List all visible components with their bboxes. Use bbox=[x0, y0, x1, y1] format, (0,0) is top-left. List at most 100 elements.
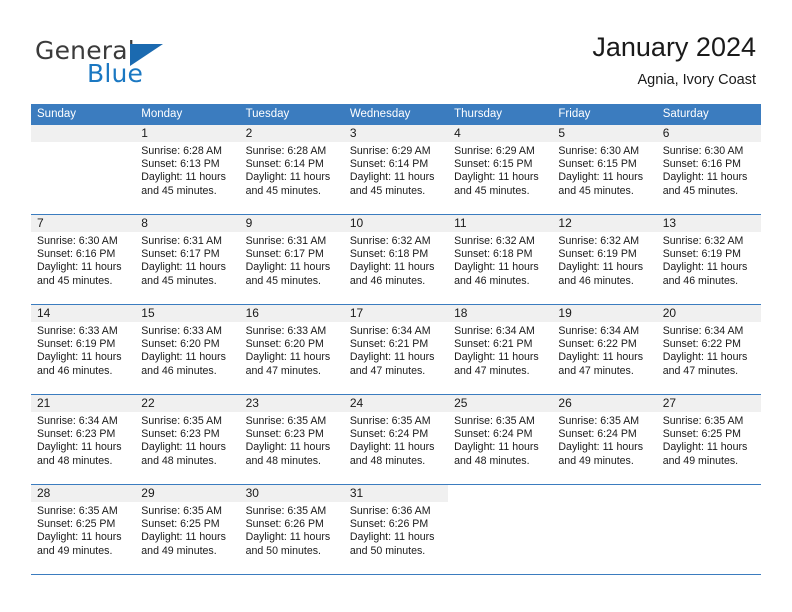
daylight-text-line2: and 49 minutes. bbox=[558, 454, 634, 467]
calendar-day-cell[interactable]: 31 Sunrise: 6:36 AM Sunset: 6:26 PM Dayligh… bbox=[343, 484, 449, 575]
sunrise-text: Sunrise: 6:33 AM bbox=[37, 325, 118, 337]
day-details: Sunrise: 6:35 AM Sunset: 6:24 PM Daylight:… bbox=[448, 412, 552, 468]
sunrise-text: Sunrise: 6:35 AM bbox=[349, 415, 431, 427]
calendar-day-cell[interactable]: 7 Sunrise: 6:30 AM Sunset: 6:16 PM Daylight… bbox=[31, 214, 136, 305]
day-details: Sunrise: 6:35 AM Sunset: 6:25 PM Daylight:… bbox=[135, 502, 239, 558]
calendar-day-cell[interactable]: 14 Sunrise: 6:33 AM Sunset: 6:19 PM Dayligh… bbox=[31, 304, 136, 395]
sunrise-text: Sunrise: 6:35 AM bbox=[245, 415, 327, 427]
calendar-day-cell[interactable]: 18 Sunrise: 6:34 AM Sunset: 6:21 PM Dayligh… bbox=[448, 304, 553, 395]
calendar-day-cell[interactable]: 2 Sunrise: 6:28 AM Sunset: 6:14 PM Daylight… bbox=[239, 125, 344, 215]
day-number bbox=[656, 485, 761, 502]
calendar-day-cell[interactable]: 24 Sunrise: 6:35 AM Sunset: 6:24 PM Dayligh… bbox=[343, 394, 449, 485]
calendar-day-cell[interactable]: 25 Sunrise: 6:35 AM Sunset: 6:24 PM Dayligh… bbox=[448, 394, 553, 485]
daylight-text-line2: and 46 minutes. bbox=[662, 274, 739, 287]
calendar-day-cell[interactable]: 11 Sunrise: 6:32 AM Sunset: 6:18 PM Dayligh… bbox=[448, 214, 553, 305]
daylight-text-line1: Daylight: 11 hours bbox=[662, 261, 748, 274]
day-details: Sunrise: 6:33 AM Sunset: 6:20 PM Daylight:… bbox=[240, 322, 344, 378]
daylight-text-line1: Daylight: 11 hours bbox=[558, 171, 644, 184]
calendar-day-cell[interactable]: 26 Sunrise: 6:35 AM Sunset: 6:24 PM Dayligh… bbox=[552, 394, 657, 485]
calendar-week-row: 28 Sunrise: 6:35 AM Sunset: 6:25 PM Dayligh… bbox=[31, 484, 761, 575]
daylight-text-line1: Daylight: 11 hours bbox=[245, 261, 331, 274]
sunset-text: Sunset: 6:25 PM bbox=[662, 428, 742, 441]
day-number: 30 bbox=[239, 485, 344, 502]
calendar-day-cell[interactable]: 6 Sunrise: 6:30 AM Sunset: 6:16 PM Daylight… bbox=[656, 125, 761, 215]
daylight-text-line1: Daylight: 11 hours bbox=[454, 171, 539, 184]
daylight-text-line2: and 47 minutes. bbox=[454, 364, 530, 377]
daylight-text-line2: and 49 minutes. bbox=[662, 454, 739, 467]
calendar-day-cell[interactable]: 9 Sunrise: 6:31 AM Sunset: 6:17 PM Daylight… bbox=[239, 214, 344, 305]
daylight-text-line1: Daylight: 11 hours bbox=[454, 261, 539, 274]
day-number: 10 bbox=[343, 215, 449, 232]
sunrise-text: Sunrise: 6:29 AM bbox=[454, 145, 535, 157]
calendar-day-cell[interactable]: 12 Sunrise: 6:32 AM Sunset: 6:19 PM Dayligh… bbox=[552, 214, 657, 305]
sunrise-text: Sunrise: 6:32 AM bbox=[558, 235, 640, 247]
day-number: 14 bbox=[31, 305, 136, 322]
day-number: 17 bbox=[343, 305, 449, 322]
calendar-day-cell[interactable]: 28 Sunrise: 6:35 AM Sunset: 6:25 PM Dayligh… bbox=[31, 484, 136, 575]
daylight-text-line1: Daylight: 11 hours bbox=[558, 441, 644, 454]
sunset-text: Sunset: 6:23 PM bbox=[37, 428, 116, 441]
sunrise-text: Sunrise: 6:34 AM bbox=[349, 325, 431, 337]
calendar-day-cell[interactable]: 29 Sunrise: 6:35 AM Sunset: 6:25 PM Dayligh… bbox=[135, 484, 240, 575]
sunrise-text: Sunrise: 6:30 AM bbox=[662, 145, 744, 157]
calendar-day-cell[interactable]: 1 Sunrise: 6:28 AM Sunset: 6:13 PM Daylight… bbox=[135, 125, 240, 215]
day-details: Sunrise: 6:34 AM Sunset: 6:21 PM Daylight:… bbox=[448, 322, 552, 378]
daylight-text-line1: Daylight: 11 hours bbox=[349, 171, 435, 184]
sunrise-text: Sunrise: 6:33 AM bbox=[245, 325, 327, 337]
day-number: 31 bbox=[343, 485, 449, 502]
page-header: General Blue January 2024 Agnia, Ivory C… bbox=[0, 0, 792, 100]
calendar-day-cell[interactable]: 20 Sunrise: 6:34 AM Sunset: 6:22 PM Dayligh… bbox=[656, 304, 761, 395]
sunset-text: Sunset: 6:14 PM bbox=[349, 158, 429, 171]
calendar-day-cell[interactable]: 21 Sunrise: 6:34 AM Sunset: 6:23 PM Dayligh… bbox=[31, 394, 136, 485]
sunset-text: Sunset: 6:20 PM bbox=[141, 338, 220, 351]
day-details: Sunrise: 6:30 AM Sunset: 6:16 PM Daylight:… bbox=[657, 142, 761, 198]
daylight-text-line2: and 48 minutes. bbox=[245, 454, 321, 467]
day-details: Sunrise: 6:34 AM Sunset: 6:21 PM Daylight:… bbox=[344, 322, 448, 378]
sunset-text: Sunset: 6:21 PM bbox=[454, 338, 533, 351]
daylight-text-line2: and 46 minutes. bbox=[37, 364, 113, 377]
day-number: 26 bbox=[552, 395, 657, 412]
calendar-day-cell[interactable]: 17 Sunrise: 6:34 AM Sunset: 6:21 PM Dayligh… bbox=[343, 304, 449, 395]
day-details: Sunrise: 6:34 AM Sunset: 6:23 PM Daylight:… bbox=[31, 412, 135, 468]
general-blue-logo[interactable]: General Blue bbox=[35, 36, 265, 92]
daylight-text-line2: and 49 minutes. bbox=[141, 544, 217, 557]
calendar-cell-empty bbox=[448, 484, 553, 575]
daylight-text-line2: and 45 minutes. bbox=[454, 184, 530, 197]
sunrise-text: Sunrise: 6:31 AM bbox=[245, 235, 327, 247]
sunset-text: Sunset: 6:16 PM bbox=[37, 248, 116, 261]
sunrise-text: Sunrise: 6:34 AM bbox=[454, 325, 535, 337]
calendar-day-cell[interactable]: 8 Sunrise: 6:31 AM Sunset: 6:17 PM Daylight… bbox=[135, 214, 240, 305]
daylight-text-line1: Daylight: 11 hours bbox=[37, 441, 122, 454]
day-number: 28 bbox=[31, 485, 136, 502]
day-details: Sunrise: 6:31 AM Sunset: 6:17 PM Daylight:… bbox=[135, 232, 239, 288]
calendar-day-cell[interactable]: 3 Sunrise: 6:29 AM Sunset: 6:14 PM Daylight… bbox=[343, 125, 449, 215]
calendar-cell-empty bbox=[552, 484, 657, 575]
day-number: 27 bbox=[656, 395, 761, 412]
sunrise-text: Sunrise: 6:30 AM bbox=[558, 145, 640, 157]
sunrise-text: Sunrise: 6:34 AM bbox=[662, 325, 744, 337]
day-number: 4 bbox=[448, 125, 553, 142]
calendar-day-cell[interactable]: 27 Sunrise: 6:35 AM Sunset: 6:25 PM Dayligh… bbox=[656, 394, 761, 485]
day-details: Sunrise: 6:35 AM Sunset: 6:26 PM Daylight:… bbox=[240, 502, 344, 558]
calendar-page: General Blue January 2024 Agnia, Ivory C… bbox=[0, 0, 792, 612]
day-number: 18 bbox=[448, 305, 553, 322]
calendar-day-cell[interactable]: 19 Sunrise: 6:34 AM Sunset: 6:22 PM Dayligh… bbox=[552, 304, 657, 395]
calendar-day-cell[interactable]: 23 Sunrise: 6:35 AM Sunset: 6:23 PM Dayligh… bbox=[239, 394, 344, 485]
calendar-day-cell[interactable]: 5 Sunrise: 6:30 AM Sunset: 6:15 PM Daylight… bbox=[552, 125, 657, 215]
calendar-day-cell[interactable]: 22 Sunrise: 6:35 AM Sunset: 6:23 PM Dayligh… bbox=[135, 394, 240, 485]
calendar-day-cell[interactable]: 10 Sunrise: 6:32 AM Sunset: 6:18 PM Dayligh… bbox=[343, 214, 449, 305]
day-number: 20 bbox=[656, 305, 761, 322]
daylight-text-line1: Daylight: 11 hours bbox=[141, 171, 226, 184]
sunrise-text: Sunrise: 6:31 AM bbox=[141, 235, 222, 247]
calendar-day-cell[interactable]: 15 Sunrise: 6:33 AM Sunset: 6:20 PM Dayligh… bbox=[135, 304, 240, 395]
calendar-day-cell[interactable]: 13 Sunrise: 6:32 AM Sunset: 6:19 PM Dayligh… bbox=[656, 214, 761, 305]
sunrise-text: Sunrise: 6:35 AM bbox=[558, 415, 640, 427]
sunset-text: Sunset: 6:25 PM bbox=[37, 518, 116, 531]
day-number: 15 bbox=[135, 305, 240, 322]
day-number: 6 bbox=[656, 125, 761, 142]
calendar-day-cell[interactable]: 16 Sunrise: 6:33 AM Sunset: 6:20 PM Dayligh… bbox=[239, 304, 344, 395]
calendar-day-cell[interactable]: 4 Sunrise: 6:29 AM Sunset: 6:15 PM Daylight… bbox=[448, 125, 553, 215]
daylight-text-line1: Daylight: 11 hours bbox=[37, 261, 122, 274]
sunset-text: Sunset: 6:26 PM bbox=[349, 518, 429, 531]
calendar-day-cell[interactable]: 30 Sunrise: 6:35 AM Sunset: 6:26 PM Dayligh… bbox=[239, 484, 344, 575]
